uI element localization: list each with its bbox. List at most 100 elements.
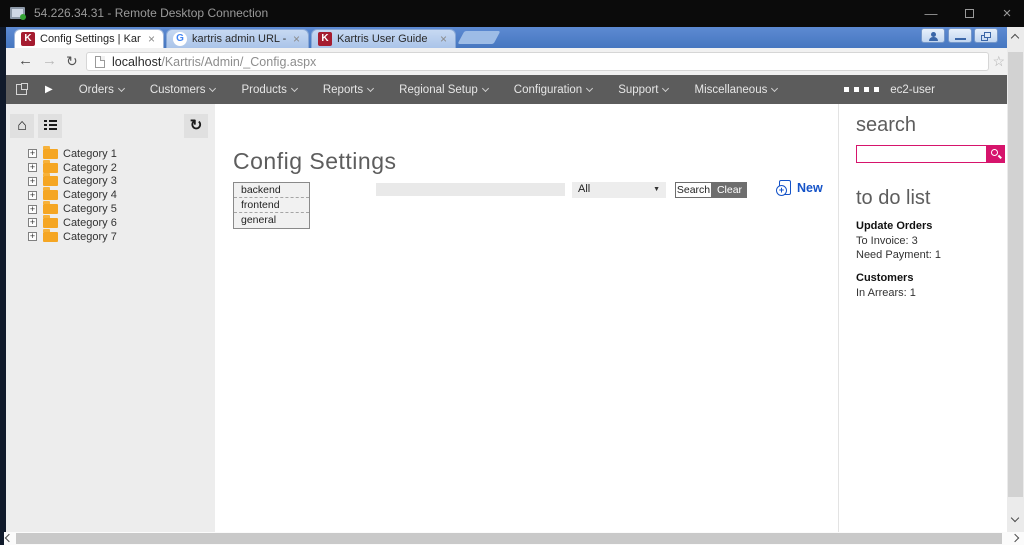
- browser-tabstrip: K Config Settings | Kartris × G kartris …: [6, 27, 1007, 48]
- tab-label: Kartris User Guide: [337, 33, 433, 45]
- kartris-favicon-icon: K: [21, 32, 35, 46]
- nav-item-configuration[interactable]: Configuration: [514, 84, 592, 96]
- nav-item-products[interactable]: Products: [241, 84, 296, 96]
- scroll-left-icon[interactable]: [5, 534, 13, 542]
- tree-item-category-7[interactable]: + Category 7: [6, 230, 215, 244]
- config-group-frontend[interactable]: frontend: [234, 198, 309, 213]
- rdp-title: 54.226.34.31 - Remote Desktop Connection: [34, 6, 268, 20]
- user-status-square-icon: [844, 87, 849, 92]
- search-section-title: search: [856, 114, 916, 137]
- page-icon: [95, 56, 105, 68]
- refresh-tree-button[interactable]: ↻: [184, 114, 208, 138]
- tab-google-search[interactable]: G kartris admin URL - Google Se ×: [166, 29, 309, 48]
- vertical-scrollbar[interactable]: [1007, 27, 1024, 532]
- home-button[interactable]: ⌂: [10, 114, 34, 138]
- config-filter-dropdown[interactable]: All ▼: [572, 182, 666, 198]
- admin-navbar: ▶ Orders Customers Products Reports Regi…: [6, 75, 1007, 104]
- rdp-frame-corner: [0, 532, 4, 545]
- nav-item-reports[interactable]: Reports: [323, 84, 373, 96]
- new-config-link[interactable]: New: [779, 180, 823, 195]
- rdp-close-button[interactable]: ×: [992, 4, 1022, 23]
- horizontal-scrollbar[interactable]: [0, 532, 1024, 545]
- chrome-minimize-button[interactable]: [948, 28, 972, 43]
- rdp-maximize-button[interactable]: [954, 4, 984, 23]
- folder-icon: [43, 204, 58, 214]
- tab-config-settings[interactable]: K Config Settings | Kartris ×: [14, 29, 164, 48]
- chevron-down-icon: [367, 84, 374, 91]
- url-path: /Kartris/Admin/_Config.aspx: [161, 55, 316, 69]
- scroll-up-icon[interactable]: [1011, 34, 1019, 42]
- todo-line-need-payment[interactable]: Need Payment: 1: [856, 249, 941, 261]
- expand-plus-icon[interactable]: +: [28, 177, 37, 186]
- tab-label: Config Settings | Kartris: [40, 33, 141, 45]
- tab-kartris-user-guide[interactable]: K Kartris User Guide ×: [311, 29, 456, 48]
- tree-item-category-2[interactable]: + Category 2: [6, 161, 215, 175]
- back-icon[interactable]: ←: [18, 52, 33, 69]
- scroll-down-icon[interactable]: [1011, 514, 1019, 522]
- new-tab-button[interactable]: [458, 31, 501, 44]
- tree-item-category-3[interactable]: + Category 3: [6, 175, 215, 189]
- vertical-scrollbar-thumb[interactable]: [1008, 52, 1023, 497]
- horizontal-scrollbar-thumb[interactable]: [16, 533, 1002, 544]
- chevron-down-icon: [586, 84, 593, 91]
- chevron-down-icon: [291, 84, 298, 91]
- tree-item-category-6[interactable]: + Category 6: [6, 216, 215, 230]
- folder-icon: [43, 149, 58, 159]
- scroll-right-icon[interactable]: [1011, 534, 1019, 542]
- nav-item-customers[interactable]: Customers: [150, 84, 216, 96]
- address-bar[interactable]: localhost /Kartris/Admin/_Config.aspx: [86, 52, 989, 71]
- nav-item-orders[interactable]: Orders: [79, 84, 124, 96]
- expand-plus-icon[interactable]: +: [28, 149, 37, 158]
- tab-close-icon[interactable]: ×: [291, 32, 302, 46]
- main-content: Config Settings backend frontend general…: [215, 104, 838, 532]
- chevron-down-icon: [482, 84, 489, 91]
- category-tree-sidebar: ⌂ ↻ + Category 1 + Category 2 + Category…: [6, 104, 215, 532]
- folder-icon: [43, 176, 58, 186]
- reload-icon[interactable]: ↻: [66, 53, 78, 70]
- config-group-general[interactable]: general: [234, 213, 309, 228]
- user-menu[interactable]: ec2-user: [844, 84, 935, 96]
- right-sidebar: search to do list Update Orders To Invoi…: [838, 104, 1007, 532]
- todo-line-to-invoice[interactable]: To Invoice: 3: [856, 235, 918, 247]
- chevron-down-icon: [662, 84, 669, 91]
- google-favicon-icon: G: [173, 32, 187, 46]
- config-group-backend[interactable]: backend: [234, 183, 309, 198]
- open-window-icon[interactable]: [16, 84, 27, 95]
- expand-plus-icon[interactable]: +: [28, 232, 37, 241]
- sidebar-search-button[interactable]: [987, 145, 1005, 163]
- chevron-down-icon: [209, 84, 216, 91]
- forward-icon[interactable]: →: [42, 52, 57, 69]
- tree-item-category-4[interactable]: + Category 4: [6, 188, 215, 202]
- config-search-input[interactable]: [376, 183, 565, 196]
- chrome-restore-button[interactable]: [974, 28, 998, 43]
- rdp-minimize-button[interactable]: —: [916, 4, 946, 23]
- expand-plus-icon[interactable]: +: [28, 218, 37, 227]
- expand-plus-icon[interactable]: +: [28, 163, 37, 172]
- user-status-square-icon: [874, 87, 879, 92]
- rdp-session-user-button[interactable]: [921, 28, 945, 43]
- play-icon[interactable]: ▶: [45, 84, 53, 95]
- clear-button[interactable]: Clear: [712, 182, 747, 198]
- url-host: localhost: [112, 55, 161, 69]
- logged-in-user: ec2-user: [890, 84, 935, 96]
- list-icon: [44, 124, 57, 126]
- folder-icon: [43, 232, 58, 242]
- add-document-icon: [779, 180, 791, 195]
- search-button[interactable]: Search: [675, 182, 712, 198]
- expand-plus-icon[interactable]: +: [28, 205, 37, 214]
- todo-group-heading: Customers: [856, 272, 913, 284]
- sidebar-search-input[interactable]: [856, 145, 987, 163]
- todo-line-in-arrears[interactable]: In Arrears: 1: [856, 287, 916, 299]
- sidebar-search-row: [856, 145, 1005, 163]
- tab-label: kartris admin URL - Google Se: [192, 33, 286, 45]
- nav-item-miscellaneous[interactable]: Miscellaneous: [694, 84, 777, 96]
- expand-plus-icon[interactable]: +: [28, 191, 37, 200]
- tree-item-category-5[interactable]: + Category 5: [6, 202, 215, 216]
- nav-item-regional-setup[interactable]: Regional Setup: [399, 84, 488, 96]
- tree-item-category-1[interactable]: + Category 1: [6, 147, 215, 161]
- nav-item-support[interactable]: Support: [618, 84, 668, 96]
- tab-close-icon[interactable]: ×: [146, 32, 157, 46]
- tab-close-icon[interactable]: ×: [438, 32, 449, 46]
- list-view-button[interactable]: [38, 114, 62, 138]
- bookmark-star-icon[interactable]: ☆: [992, 53, 1005, 70]
